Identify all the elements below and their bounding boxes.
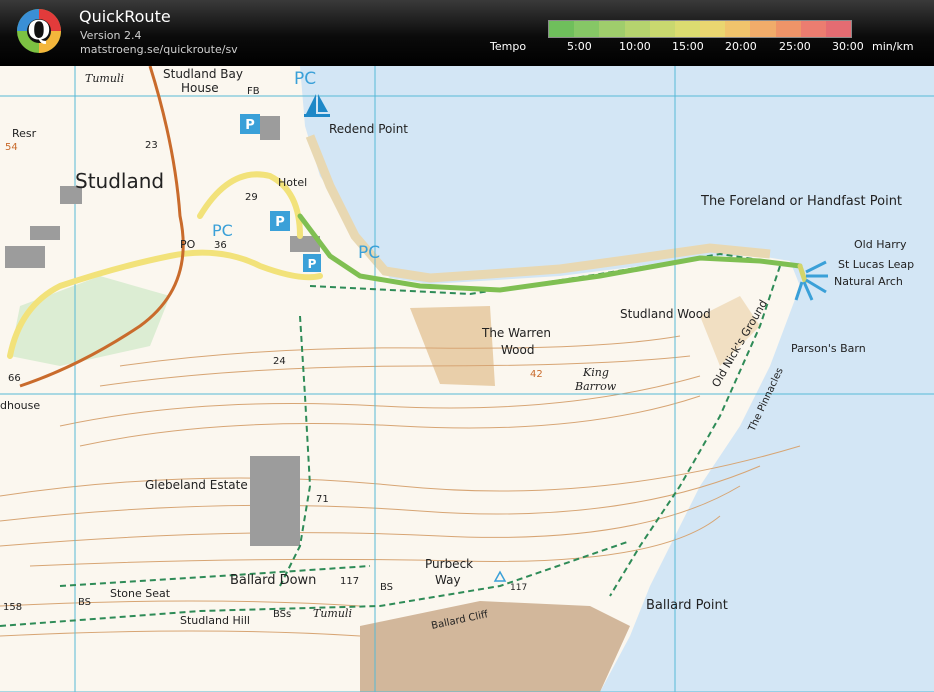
app-url[interactable]: matstroeng.se/quickroute/sv <box>80 43 238 56</box>
label-studland-wood: Studland Wood <box>620 307 711 321</box>
svg-text:P: P <box>275 215 285 230</box>
parking-icon: P <box>303 254 321 272</box>
label-foreland: The Foreland or Handfast Point <box>700 194 902 209</box>
label-parsons-barn: Parson's Barn <box>791 342 866 355</box>
label-the-warren-wood: The Warren <box>481 326 551 340</box>
quickroute-logo-icon: Q <box>17 9 61 53</box>
tempo-label: Tempo <box>490 40 527 53</box>
label-bs: BS <box>78 597 91 608</box>
tempo-tick: 10:00 <box>619 40 651 53</box>
label-studland: Studland <box>75 169 164 193</box>
label-st-lucas-leap: St Lucas Leap <box>838 258 914 271</box>
tempo-color-segment <box>825 21 852 37</box>
label-studland-bay-house: Studland Bay <box>163 67 243 81</box>
label-spot-height: 23 <box>145 140 158 151</box>
label-hotel: Hotel <box>278 176 307 189</box>
label-bss: BSs <box>273 609 291 620</box>
label-purbeck-way: Way <box>435 573 461 587</box>
tempo-color-segment <box>775 21 801 37</box>
map-view[interactable]: P P P Tumuli Studland Bay House PC FB Re… <box>0 66 934 692</box>
tempo-tick: 30:00 <box>832 40 864 53</box>
tempo-color-segment <box>649 21 675 37</box>
app-version: Version 2.4 <box>80 29 142 42</box>
tempo-color-segment <box>800 21 826 37</box>
label-purbeck-way: Purbeck <box>425 557 473 571</box>
label-glebeland-estate: Glebeland Estate <box>145 478 248 492</box>
label-bs: BS <box>380 582 393 593</box>
label-spot-height: 29 <box>245 192 258 203</box>
tempo-color-segment <box>725 21 751 37</box>
label-po: PO <box>180 238 196 251</box>
label-spot-height: 36 <box>214 240 227 251</box>
label-spot-height: 117 <box>340 576 359 587</box>
label-pc: PC <box>294 69 316 89</box>
tempo-unit: min/km <box>872 40 914 53</box>
tempo-color-segment <box>674 21 701 37</box>
label-spot-height: 117 <box>510 583 527 593</box>
tempo-color-segment <box>750 21 776 37</box>
map-canvas[interactable]: P P P Tumuli Studland Bay House PC FB Re… <box>0 66 934 692</box>
app-title: QuickRoute <box>79 7 171 26</box>
label-tumuli: Tumuli <box>313 607 352 620</box>
label-ballard-down: Ballard Down <box>230 573 316 588</box>
tempo-tick: 15:00 <box>672 40 704 53</box>
svg-text:P: P <box>245 118 255 133</box>
label-stone-seat: Stone Seat <box>110 587 171 600</box>
label-tumuli: Tumuli <box>85 72 124 85</box>
label-resr: Resr <box>12 127 37 140</box>
tempo-color-segment <box>700 21 726 37</box>
label-natural-arch: Natural Arch <box>834 275 903 288</box>
label-fb: FB <box>247 86 260 97</box>
app-header: Q QuickRoute Version 2.4 matstroeng.se/q… <box>0 0 934 66</box>
tempo-color-segment <box>549 21 575 37</box>
label-old-harry: Old Harry <box>854 238 907 251</box>
svg-text:Q: Q <box>28 16 51 46</box>
parking-icon: P <box>270 211 290 231</box>
label-studland-hill: Studland Hill <box>180 614 250 627</box>
tempo-color-segment <box>574 21 600 37</box>
label-pc: PC <box>358 243 380 263</box>
label-spot-height: 71 <box>316 494 329 505</box>
label-studland-bay-house: House <box>181 81 219 95</box>
label-the-warren-wood: Wood <box>501 343 534 357</box>
label-spot-height: 158 <box>3 602 22 613</box>
label-spot-height: 66 <box>8 373 21 384</box>
label-pc: PC <box>212 221 233 240</box>
label-spot-height: 42 <box>530 369 543 380</box>
tempo-color-segment <box>624 21 650 37</box>
svg-text:P: P <box>308 257 317 271</box>
tempo-color-scale <box>548 20 852 38</box>
label-spot-height: 24 <box>273 356 286 367</box>
label-king-barrow: King <box>582 366 609 379</box>
label-ballard-point: Ballard Point <box>646 598 728 613</box>
tempo-tick: 5:00 <box>567 40 592 53</box>
tempo-tick: 20:00 <box>725 40 757 53</box>
label-dhouse: dhouse <box>0 399 40 412</box>
label-redend-point: Redend Point <box>329 122 408 136</box>
tempo-tick: 25:00 <box>779 40 811 53</box>
tempo-color-segment <box>599 21 625 37</box>
label-king-barrow: Barrow <box>574 380 617 393</box>
label-spot-height: 54 <box>5 142 18 153</box>
parking-icon: P <box>240 114 260 134</box>
